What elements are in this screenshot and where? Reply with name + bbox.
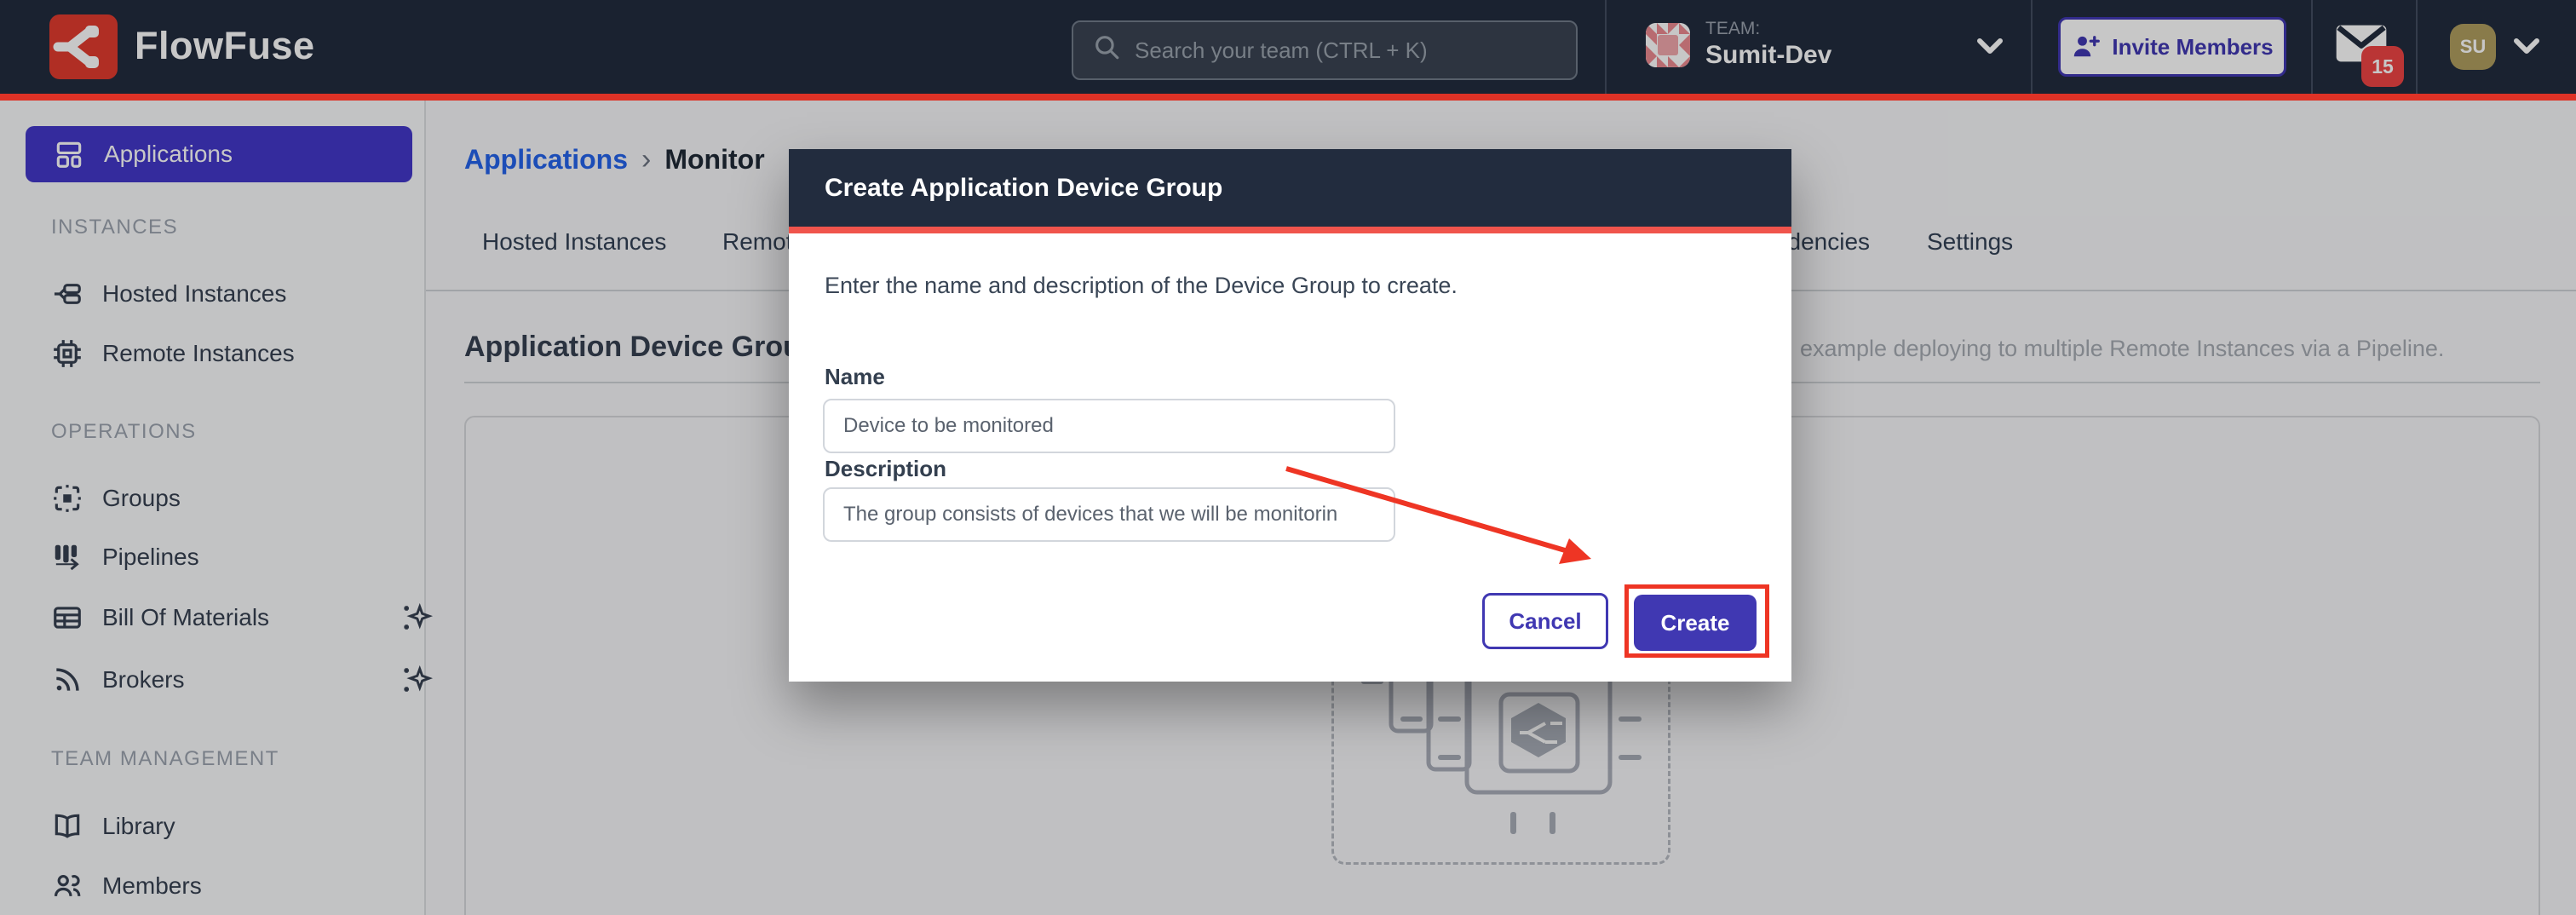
annotation-highlight-box (1624, 584, 1769, 658)
name-label: Name (825, 364, 885, 390)
cancel-button[interactable]: Cancel (1482, 593, 1608, 649)
name-field[interactable] (823, 399, 1395, 453)
modal-accent-bar (789, 227, 1791, 233)
annotation-red-line (0, 94, 2576, 101)
app-window: FlowFuse TEAM: Sumit-Dev (0, 0, 2576, 915)
modal-body-text: Enter the name and description of the De… (825, 273, 1458, 299)
modal-header: Create Application Device Group (789, 149, 1791, 227)
modal-title: Create Application Device Group (825, 174, 1222, 203)
description-field[interactable] (823, 487, 1395, 542)
description-label: Description (825, 456, 946, 482)
